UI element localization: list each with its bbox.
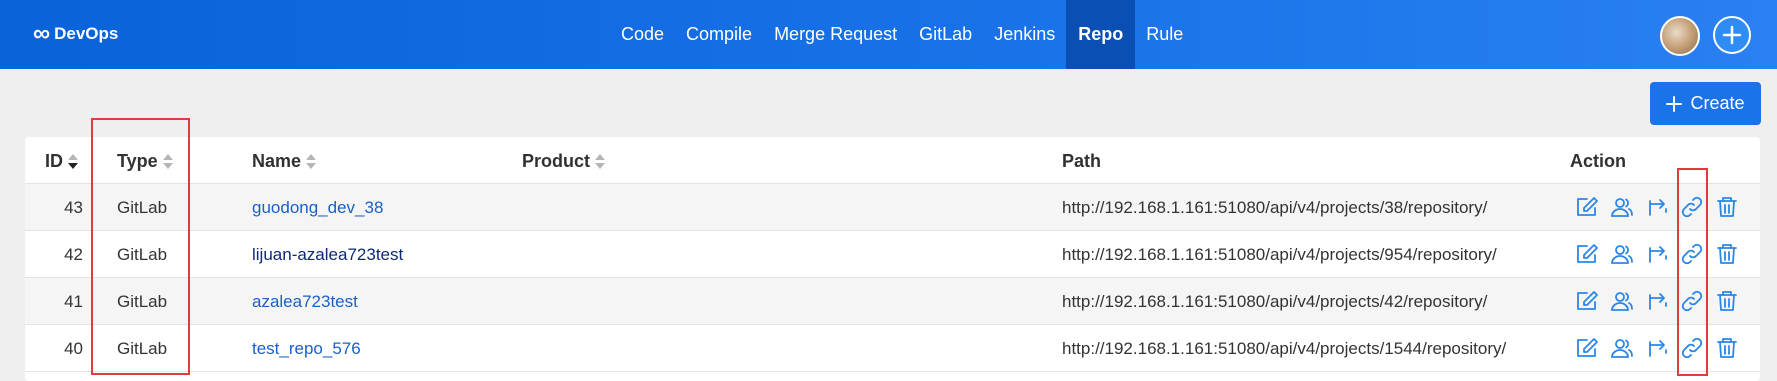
- table-row: 43 GitLab guodong_dev_38 http://192.168.…: [25, 184, 1760, 231]
- table-row: 41 GitLab azalea723test http://192.168.1…: [25, 278, 1760, 325]
- branch-icon[interactable]: [1644, 194, 1670, 220]
- col-product-label: Product: [522, 151, 591, 171]
- type-column-highlight: [91, 118, 190, 375]
- col-id-header[interactable]: ID: [45, 151, 79, 172]
- table-row: 42 GitLab lijuan-azalea723test http://19…: [25, 231, 1760, 278]
- top-navbar: ∞ DevOps Code Compile Merge Request GitL…: [0, 0, 1777, 69]
- edit-icon[interactable]: [1574, 194, 1600, 220]
- members-icon[interactable]: [1609, 241, 1635, 267]
- user-avatar[interactable]: [1660, 16, 1700, 56]
- row-actions: [1574, 335, 1740, 361]
- row-path: http://192.168.1.161:51080/api/v4/projec…: [1062, 198, 1488, 217]
- plus-icon: [1666, 95, 1683, 112]
- repo-table: ID Type Name Product Path Action 43 GitL…: [25, 137, 1760, 381]
- row-name-link[interactable]: lijuan-azalea723test: [252, 245, 403, 265]
- nav-rule[interactable]: Rule: [1135, 0, 1194, 69]
- row-id: 43: [64, 198, 83, 217]
- row-name-link[interactable]: azalea723test: [252, 292, 358, 312]
- members-icon[interactable]: [1609, 288, 1635, 314]
- row-actions: [1574, 194, 1740, 220]
- delete-icon[interactable]: [1714, 241, 1740, 267]
- app-logo[interactable]: ∞ DevOps: [33, 20, 119, 47]
- sort-icon[interactable]: [67, 153, 79, 171]
- edit-icon[interactable]: [1574, 241, 1600, 267]
- row-id: 42: [64, 245, 83, 264]
- add-circle-button[interactable]: [1713, 16, 1751, 54]
- infinity-icon: ∞: [33, 20, 51, 47]
- nav-jenkins[interactable]: Jenkins: [983, 0, 1066, 69]
- row-id: 40: [64, 339, 83, 358]
- row-path: http://192.168.1.161:51080/api/v4/projec…: [1062, 245, 1497, 264]
- members-icon[interactable]: [1609, 335, 1635, 361]
- delete-icon[interactable]: [1714, 288, 1740, 314]
- branch-icon[interactable]: [1644, 241, 1670, 267]
- link-column-highlight: [1677, 168, 1708, 376]
- row-id: 41: [64, 292, 83, 311]
- col-path-header: Path: [1062, 151, 1101, 172]
- main-nav: Code Compile Merge Request GitLab Jenkin…: [610, 0, 1194, 69]
- row-actions: [1574, 241, 1740, 267]
- row-name-link[interactable]: test_repo_576: [252, 339, 361, 359]
- members-icon[interactable]: [1609, 194, 1635, 220]
- branch-icon[interactable]: [1644, 335, 1670, 361]
- table-header: ID Type Name Product Path Action: [25, 137, 1760, 184]
- col-path-label: Path: [1062, 151, 1102, 171]
- logo-text: DevOps: [54, 24, 119, 43]
- delete-icon[interactable]: [1714, 194, 1740, 220]
- nav-compile[interactable]: Compile: [675, 0, 763, 69]
- col-name-header[interactable]: Name: [252, 151, 317, 172]
- nav-code[interactable]: Code: [610, 0, 675, 69]
- table-row: 40 GitLab test_repo_576 http://192.168.1…: [25, 325, 1760, 372]
- col-action-label: Action: [1570, 151, 1626, 171]
- create-button-label: Create: [1690, 93, 1745, 113]
- sort-icon[interactable]: [305, 153, 317, 171]
- delete-icon[interactable]: [1714, 335, 1740, 361]
- row-name-link[interactable]: guodong_dev_38: [252, 198, 383, 218]
- col-name-label: Name: [252, 151, 302, 171]
- sort-icon[interactable]: [594, 153, 606, 171]
- row-path: http://192.168.1.161:51080/api/v4/projec…: [1062, 292, 1488, 311]
- nav-repo[interactable]: Repo: [1066, 0, 1136, 69]
- col-action-header: Action: [1570, 151, 1626, 172]
- col-product-header[interactable]: Product: [522, 151, 606, 172]
- nav-gitlab[interactable]: GitLab: [908, 0, 983, 69]
- create-button[interactable]: Create: [1650, 82, 1761, 125]
- nav-merge-request[interactable]: Merge Request: [763, 0, 908, 69]
- branch-icon[interactable]: [1644, 288, 1670, 314]
- row-actions: [1574, 288, 1740, 314]
- row-path: http://192.168.1.161:51080/api/v4/projec…: [1062, 339, 1507, 358]
- plus-icon: [1722, 25, 1742, 45]
- edit-icon[interactable]: [1574, 335, 1600, 361]
- edit-icon[interactable]: [1574, 288, 1600, 314]
- col-id-label: ID: [45, 151, 63, 171]
